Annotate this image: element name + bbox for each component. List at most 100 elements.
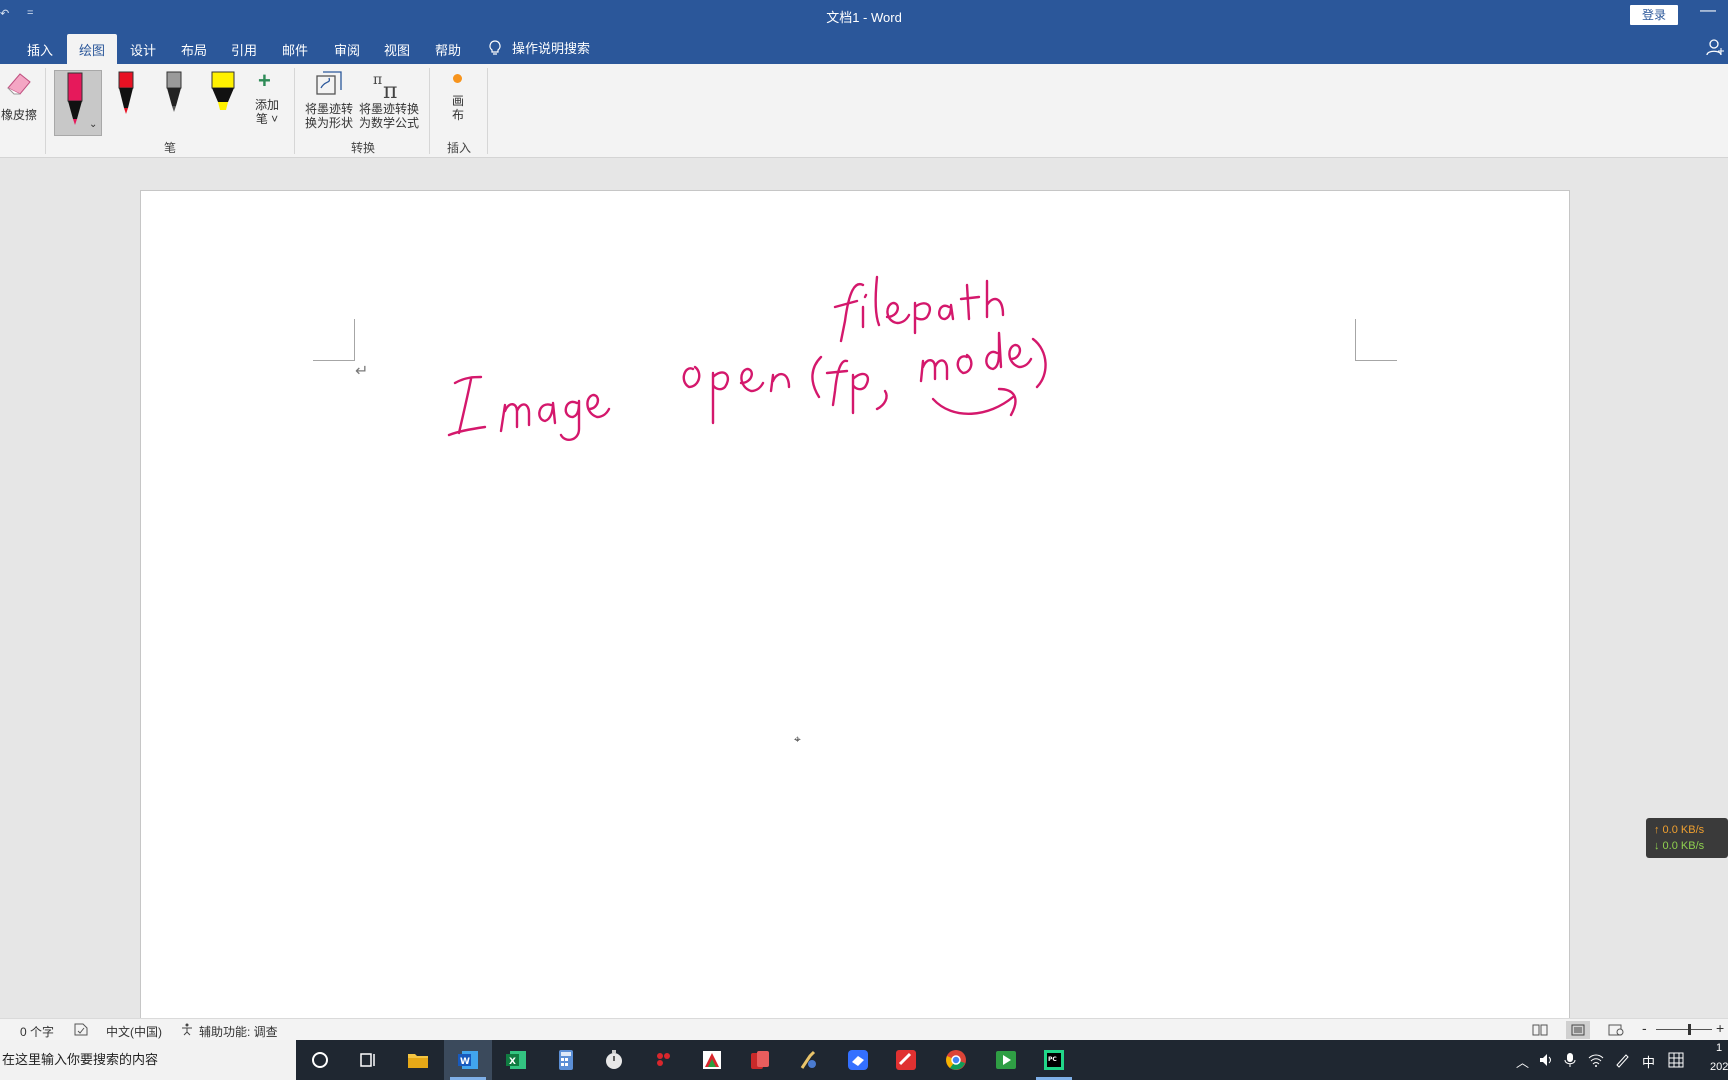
read-mode-view-button[interactable] [1528,1021,1552,1039]
taskbar-search-box[interactable]: 在这里输入你要搜索的内容 [0,1040,296,1080]
ink-to-math-icon: π π [373,72,397,100]
web-icon [1608,1024,1624,1036]
cortana-icon[interactable] [308,1048,332,1072]
group-pens-label: 笔 [164,141,177,155]
zoom-slider-thumb[interactable] [1688,1024,1691,1035]
network-speed-widget: ↑ 0.0 KB/s ↓ 0.0 KB/s [1646,818,1728,858]
mouse-cursor-icon: ⌖ [794,732,801,746]
add-pen-label-1: 添加 [254,98,279,112]
ink-to-shape-label-1: 将墨迹转 [304,102,353,116]
red-pen-icon[interactable] [114,70,138,122]
tab-layout[interactable]: 布局 [181,40,207,59]
accessibility-icon [180,1023,194,1039]
tab-mailings[interactable]: 邮件 [282,40,308,59]
share-person-icon[interactable] [1706,38,1724,59]
microphone-icon[interactable] [1564,1052,1576,1068]
language-indicator[interactable]: 中文(中国) [106,1023,162,1040]
keyboard-grid-icon[interactable] [1668,1052,1684,1068]
group-separator [294,68,295,154]
ink-to-math-label-1: 将墨迹转换 [358,102,419,116]
calculator-icon[interactable] [554,1048,578,1072]
window-title: 文档1 - Word [826,10,902,25]
media-player-icon[interactable] [994,1048,1018,1072]
tab-help[interactable]: 帮助 [435,40,461,59]
red-tool-icon[interactable] [894,1048,918,1072]
word-count[interactable]: 0 个字 [20,1023,54,1040]
group-separator [487,68,488,154]
svg-text:π: π [373,72,382,88]
zoom-slider-track[interactable] [1656,1029,1712,1030]
tab-references[interactable]: 引用 [231,40,257,59]
ink-to-math-button[interactable]: π π 将墨迹转换 为数学公式 [357,68,421,134]
stopwatch-icon[interactable] [602,1048,626,1072]
document-workspace: ↵ ⌖ ↑ 0.0 KB/s ↓ 0.0 KB/s [0,158,1728,1018]
print-layout-view-button[interactable] [1566,1021,1590,1039]
pink-pen-icon [67,72,83,125]
clock-time[interactable]: 1 [1716,1042,1722,1054]
excel-app-icon[interactable]: X [504,1048,528,1072]
word-app-icon[interactable]: W [456,1048,480,1072]
solitaire-icon[interactable] [748,1048,772,1072]
add-pen-button[interactable]: + 添加 笔 ˅ [252,68,282,134]
ink-to-shape-label-2: 换为形状 [304,116,353,130]
svg-text:π: π [383,79,397,100]
group-convert-label: 转换 [351,141,376,155]
document-page[interactable]: ↵ [140,190,1570,1018]
proofing-icon[interactable] [74,1023,88,1039]
wps-pdf-icon[interactable] [700,1048,724,1072]
pen-pink-selected[interactable]: ⌄ [54,70,102,136]
plus-icon: + [258,68,271,93]
pencil-icon[interactable] [162,70,186,122]
ink-drawing[interactable] [141,191,1571,591]
group-separator [45,68,46,154]
book-icon [1532,1024,1548,1036]
tray-expand-icon[interactable]: ︿ [1516,1052,1529,1071]
eraser-button[interactable]: 橡皮擦 [0,68,38,128]
canvas-dot-icon [453,74,462,83]
download-speed: ↓ 0.0 KB/s [1654,840,1705,852]
page-icon [1571,1024,1585,1036]
wifi-icon[interactable] [1588,1052,1604,1068]
ribbon-draw-panel: 橡皮擦 ⌄ + 添加 笔 ˅ 笔 将墨迹转 换为形状 π π 将墨迹转换 为数学… [0,64,1728,158]
signin-button[interactable]: 登录 [1630,5,1678,25]
pen-tray-icon[interactable] [1614,1052,1630,1068]
chevron-down-icon[interactable]: ⌄ [89,119,97,130]
ink-to-shape-icon [316,71,342,95]
accessibility-status[interactable]: 辅助功能: 调查 [199,1023,278,1040]
add-pen-label-2: 笔 ˅ [255,112,279,126]
clock-date[interactable]: 202 [1710,1061,1728,1073]
feishu-icon[interactable] [846,1048,870,1072]
eraser-icon [7,73,31,95]
tool-app-icon[interactable] [796,1048,820,1072]
svg-text:W: W [460,1057,470,1067]
red-app-icon[interactable] [652,1048,676,1072]
minimize-button[interactable]: — [1700,2,1716,20]
chrome-icon[interactable] [944,1048,968,1072]
eraser-label: 橡皮擦 [0,108,37,122]
lightbulb-icon [489,40,501,55]
task-view-icon[interactable] [356,1048,380,1072]
status-bar: 0 个字 中文(中国) 辅助功能: 调查 - + [0,1018,1728,1040]
pycharm-icon[interactable]: PC [1042,1048,1066,1072]
tab-view[interactable]: 视图 [384,40,410,59]
group-separator [429,68,430,154]
highlighter-icon[interactable] [208,70,238,122]
tab-draw[interactable]: 绘图 [67,34,118,64]
ribbon-tabs: 插入 绘图 设计 布局 引用 邮件 审阅 视图 帮助 操作说明搜索 [0,30,1728,64]
title-bar: ↶ = 文档1 - Word 登录 — [0,0,1728,30]
canvas-label-1: 画 [451,94,464,108]
ink-to-shape-button[interactable]: 将墨迹转 换为形状 [303,68,355,134]
tab-design[interactable]: 设计 [130,40,156,59]
tab-insert[interactable]: 插入 [27,40,53,59]
ime-indicator[interactable]: 中 [1642,1052,1655,1071]
tell-me-search[interactable]: 操作说明搜索 [488,38,590,57]
volume-icon[interactable] [1538,1052,1554,1068]
zoom-in-button[interactable]: + [1716,1020,1724,1036]
drawing-canvas-button[interactable]: 画 布 [440,68,476,134]
svg-text:PC: PC [1048,1056,1057,1063]
zoom-out-button[interactable]: - [1642,1020,1647,1036]
tab-review[interactable]: 审阅 [334,40,360,59]
canvas-label-2: 布 [451,108,464,122]
web-layout-view-button[interactable] [1604,1021,1628,1039]
file-explorer-icon[interactable] [406,1048,430,1072]
